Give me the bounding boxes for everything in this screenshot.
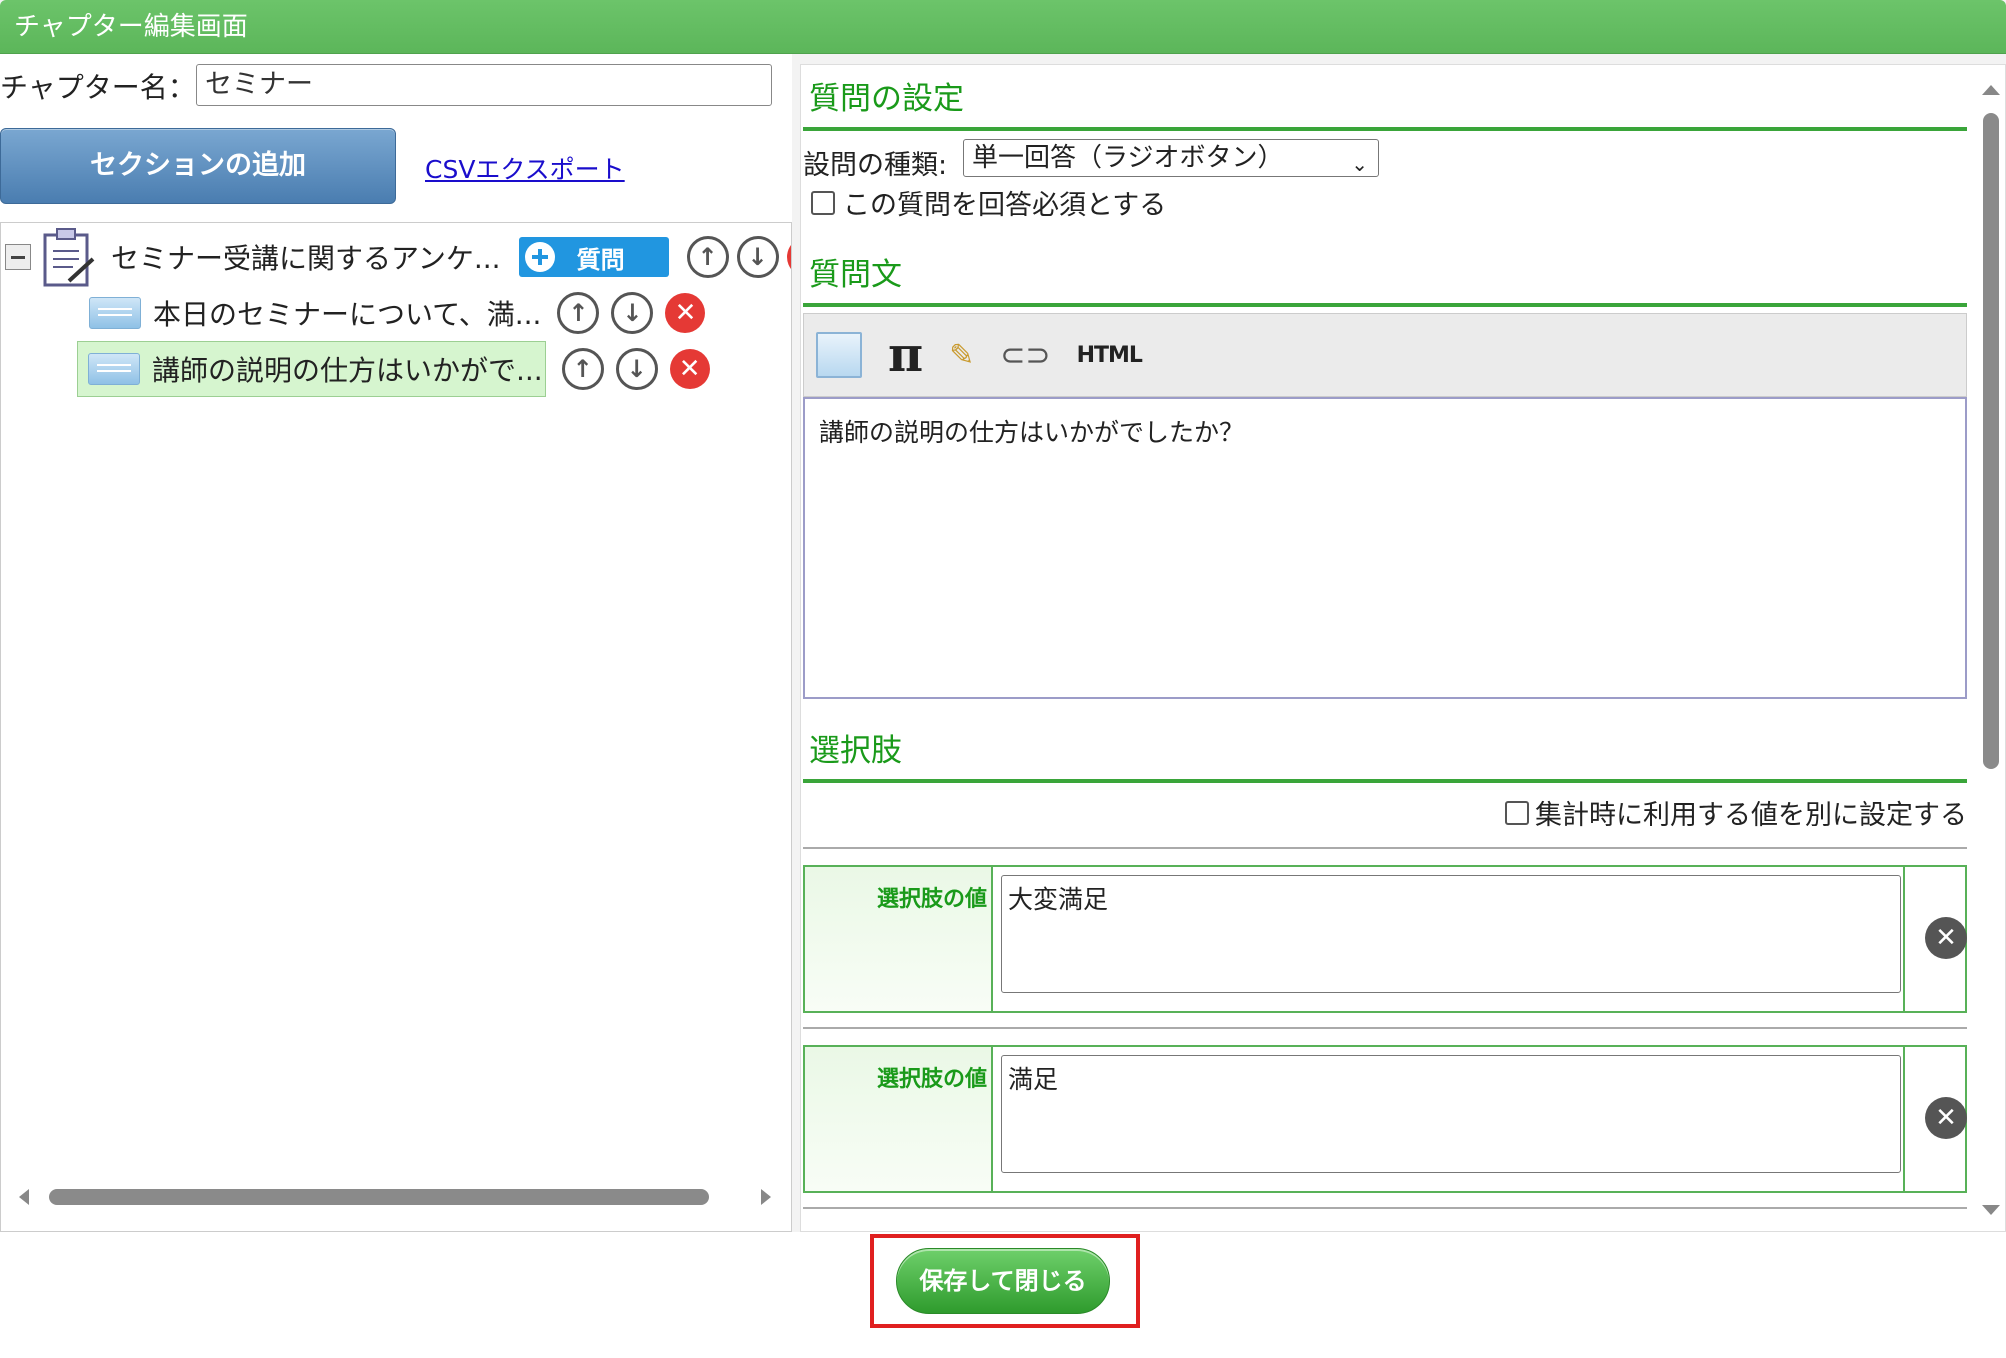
divider [803,1027,1967,1029]
scroll-left-icon[interactable] [19,1189,29,1205]
tree-root-label[interactable]: セミナー受講に関するアンケ... [111,237,501,277]
required-row[interactable]: この質問を回答必須とする [811,183,1166,222]
required-label: この質問を回答必須とする [843,190,1167,221]
chapter-name-input[interactable]: セミナー [196,64,772,106]
delete-button[interactable]: ✕ [665,293,706,333]
choice-value-input[interactable]: 大変満足 [1001,875,1901,993]
tree-root-row[interactable]: セミナー受講に関するアンケ... 質問 ↑ ↓ ✕ [5,228,791,287]
tree-item[interactable]: 本日のセミナーについて、満... ↑ ↓ ✕ [89,285,706,341]
csv-export-link[interactable]: CSVエクスポート [425,150,625,186]
brush-icon[interactable]: ✎ [949,338,974,373]
divider [803,779,1967,783]
question-text-title: 質問文 [809,257,902,293]
delete-choice-button[interactable]: ✕ [1925,917,1967,959]
aggregate-checkbox[interactable] [1505,800,1529,825]
divider [803,1207,1967,1209]
choice-value-input[interactable]: 満足 [1001,1055,1901,1173]
formula-icon[interactable]: π [888,327,923,383]
collapse-icon[interactable] [5,244,31,270]
aggregate-value-row[interactable]: 集計時に利用する値を別に設定する [1505,793,1967,832]
tree-item-label[interactable]: 講師の説明の仕方はいかがで... [152,349,543,389]
move-up-button[interactable]: ↑ [686,236,729,278]
selected-highlight[interactable]: 講師の説明の仕方はいかがで... [77,341,546,397]
move-down-button[interactable]: ↓ [615,348,658,390]
delete-button[interactable]: ✕ [669,349,710,389]
tree-view: セミナー受講に関するアンケ... 質問 ↑ ↓ ✕ 本日のセミナーについて、満.… [0,222,792,1232]
chapter-name-label: チャプター名： [0,71,196,104]
chevron-down-icon: ⌄ [1351,152,1368,176]
divider [803,127,1967,131]
settings-title: 質問の設定 [809,81,964,117]
tree-item-label[interactable]: 本日のセミナーについて、満... [153,293,541,333]
insert-image-icon[interactable] [816,332,862,378]
horizontal-scrollbar[interactable] [1,1175,791,1211]
vertical-scrollbar[interactable] [1975,65,2005,1231]
scroll-down-icon[interactable] [1982,1205,2000,1215]
add-question-button[interactable]: 質問 [518,237,669,277]
plus-icon [524,242,555,272]
question-settings-pane: 質問の設定 設問の種類: 単一回答（ラジオボタン） ⌄ この質問を回答必須とする… [800,64,2006,1232]
divider [803,847,1967,849]
scroll-up-icon[interactable] [1982,85,2000,95]
question-text-editor[interactable]: 講師の説明の仕方はいかがでしたか？ [803,397,1967,699]
scroll-thumb[interactable] [49,1189,709,1205]
choice-row: 選択肢の値 満足 ✕ [803,1045,1967,1193]
cell-divider [1903,867,1905,1011]
move-down-button[interactable]: ↓ [611,292,654,334]
cell-divider [1903,1047,1905,1191]
question-type-select[interactable]: 単一回答（ラジオボタン） ⌄ [963,139,1379,177]
clipboard-icon [43,228,95,287]
choices-title: 選択肢 [809,733,902,769]
move-up-button[interactable]: ↑ [557,292,600,334]
add-question-label: 質問 [576,245,625,274]
scroll-thumb[interactable] [1983,113,1999,769]
add-section-button[interactable]: セクションの追加 [0,128,396,204]
question-type-label: 設問の種類: [803,150,948,181]
aggregate-label: 集計時に利用する値を別に設定する [1535,800,1967,831]
choice-row: 選択肢の値 大変満足 ✕ [803,865,1967,1013]
divider [803,303,1967,307]
choice-value-label: 選択肢の値 [805,867,993,1011]
save-and-close-button[interactable]: 保存して閉じる [896,1248,1110,1314]
move-down-button[interactable]: ↓ [736,236,779,278]
link-icon[interactable]: ⊂⊃ [1000,338,1050,373]
choice-value-label: 選択肢の値 [805,1047,993,1191]
scroll-right-icon[interactable] [761,1189,771,1205]
window-title: チャプター編集画面 [0,0,2006,54]
tree-item-selected[interactable]: 講師の説明の仕方はいかがで... ↑ ↓ ✕ [77,341,710,397]
editor-toolbar: π ✎ ⊂⊃ HTML [803,313,1967,397]
question-card-icon [88,353,140,385]
delete-button[interactable]: ✕ [786,237,791,277]
question-card-icon [89,297,141,329]
html-button[interactable]: HTML [1077,343,1143,368]
delete-choice-button[interactable]: ✕ [1925,1097,1967,1139]
move-up-button[interactable]: ↑ [561,348,604,390]
required-checkbox[interactable] [811,190,835,215]
question-type-value: 単一回答（ラジオボタン） [972,143,1284,173]
chapter-tree-pane: チャプター名： セミナー セクションの追加 CSVエクスポート セミナー受講に関… [0,54,792,1232]
